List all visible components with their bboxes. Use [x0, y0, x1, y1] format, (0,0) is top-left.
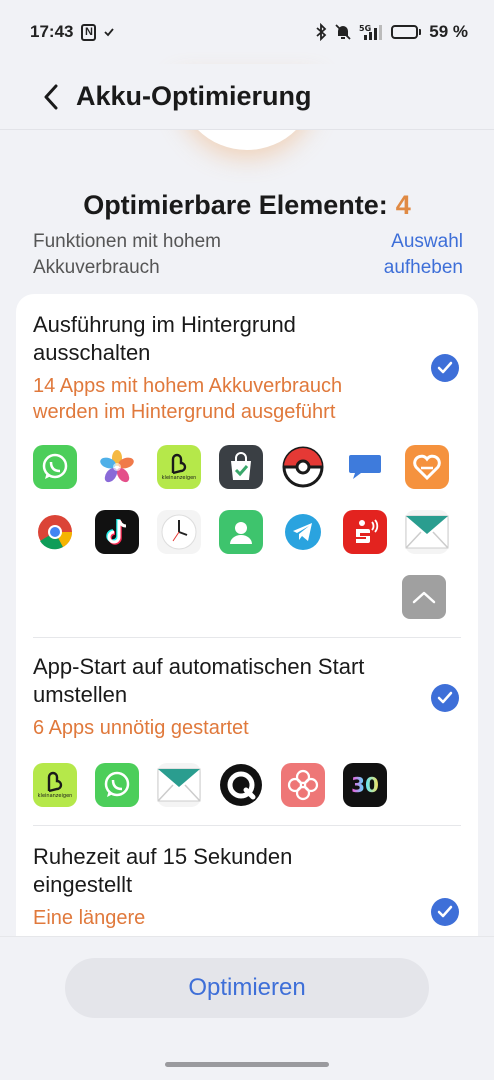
thirty-day-app-icon: 30 [343, 763, 387, 807]
checkmark-icon [437, 361, 453, 374]
nfc-icon: N [81, 23, 97, 41]
clock-icon [157, 510, 201, 554]
network-type-label: 5G [359, 24, 371, 33]
whatsapp-icon [95, 763, 139, 807]
orange-heart-app-icon [405, 445, 449, 489]
checkmark-icon [437, 905, 453, 918]
page-title: Akku-Optimierung [76, 81, 312, 111]
section-checkbox-background[interactable] [431, 354, 459, 382]
qobuz-icon [219, 763, 263, 807]
divider [33, 637, 461, 638]
status-bar: 17:43 N 5G 59 % [0, 0, 494, 64]
section-sleep-timeout: Ruhezeit auf 15 Sekunden eingestellt Ein… [33, 843, 461, 931]
check-small-icon [104, 27, 115, 37]
muted-bell-icon [335, 23, 351, 41]
pokemon-go-icon [281, 445, 325, 489]
kleinanzeigen-label: kleinanzeigen [37, 793, 73, 799]
section-subtitle: 6 Apps unnötig gestartet [33, 717, 249, 739]
section-background-execution: Ausführung im Hintergrund ausschalten 14… [33, 311, 461, 425]
sparkasse-icon [343, 510, 387, 554]
section-checkbox-sleep[interactable] [431, 898, 459, 926]
section-title: App-Start auf automatischen Start umstel… [33, 654, 365, 707]
section-title: Ruhezeit auf 15 Sekunden eingestellt [33, 844, 293, 897]
contacts-icon [219, 510, 263, 554]
chevron-up-icon [412, 591, 436, 604]
messages-icon [343, 445, 387, 489]
flower-app-icon [281, 763, 325, 807]
app-header: Akku-Optimierung [0, 64, 494, 130]
section-title: Ausführung im Hintergrund ausschalten [33, 312, 296, 365]
thirty-day-label: 30 [351, 773, 379, 797]
shopping-bag-icon [219, 445, 263, 489]
section-autostart: App-Start auf automatischen Start umstel… [33, 653, 461, 741]
mail-icon [405, 510, 449, 554]
battery-icon [391, 25, 422, 39]
battery-percent: 59 % [429, 22, 468, 41]
summary-heading: Optimierbare Elemente: 4 [0, 190, 494, 221]
mail-icon [157, 763, 201, 807]
photos-icon [95, 445, 139, 489]
collapse-apps-button[interactable] [402, 575, 446, 619]
app-row-2 [33, 510, 449, 554]
tiktok-icon [95, 510, 139, 554]
optimization-card: Ausführung im Hintergrund ausschalten 14… [16, 294, 478, 994]
telegram-icon [281, 510, 325, 554]
status-time: 17:43 [30, 22, 74, 41]
summary-count: 4 [395, 190, 411, 220]
signal-icon: 5G [359, 23, 383, 41]
kleinanzeigen-icon: kleinanzeigen [157, 445, 201, 489]
divider [33, 825, 461, 826]
section-subtitle: 14 Apps mit hohem Akkuverbrauch werden i… [33, 375, 343, 423]
section-subtitle: Eine längere [33, 907, 146, 929]
back-button[interactable] [34, 77, 68, 117]
back-arrow-icon [44, 84, 58, 109]
optimize-button[interactable]: Optimieren [65, 958, 429, 1018]
section-checkbox-autostart[interactable] [431, 684, 459, 712]
chrome-icon [33, 510, 77, 554]
home-indicator[interactable] [165, 1062, 329, 1067]
summary-subtitle: Funktionen mit hohem Akkuverbrauch [33, 231, 221, 278]
app-row-autostart: kleinanzeigen 30 [33, 763, 387, 807]
kleinanzeigen-icon: kleinanzeigen [33, 763, 77, 807]
app-row-1: kleinanzeigen [33, 445, 449, 489]
checkmark-icon [437, 691, 453, 704]
kleinanzeigen-label: kleinanzeigen [161, 475, 197, 481]
bluetooth-icon [315, 23, 327, 41]
deselect-all-link[interactable]: Auswahl aufheben [343, 229, 463, 281]
summary-title: Optimierbare Elemente: [83, 190, 388, 220]
whatsapp-icon [33, 445, 77, 489]
